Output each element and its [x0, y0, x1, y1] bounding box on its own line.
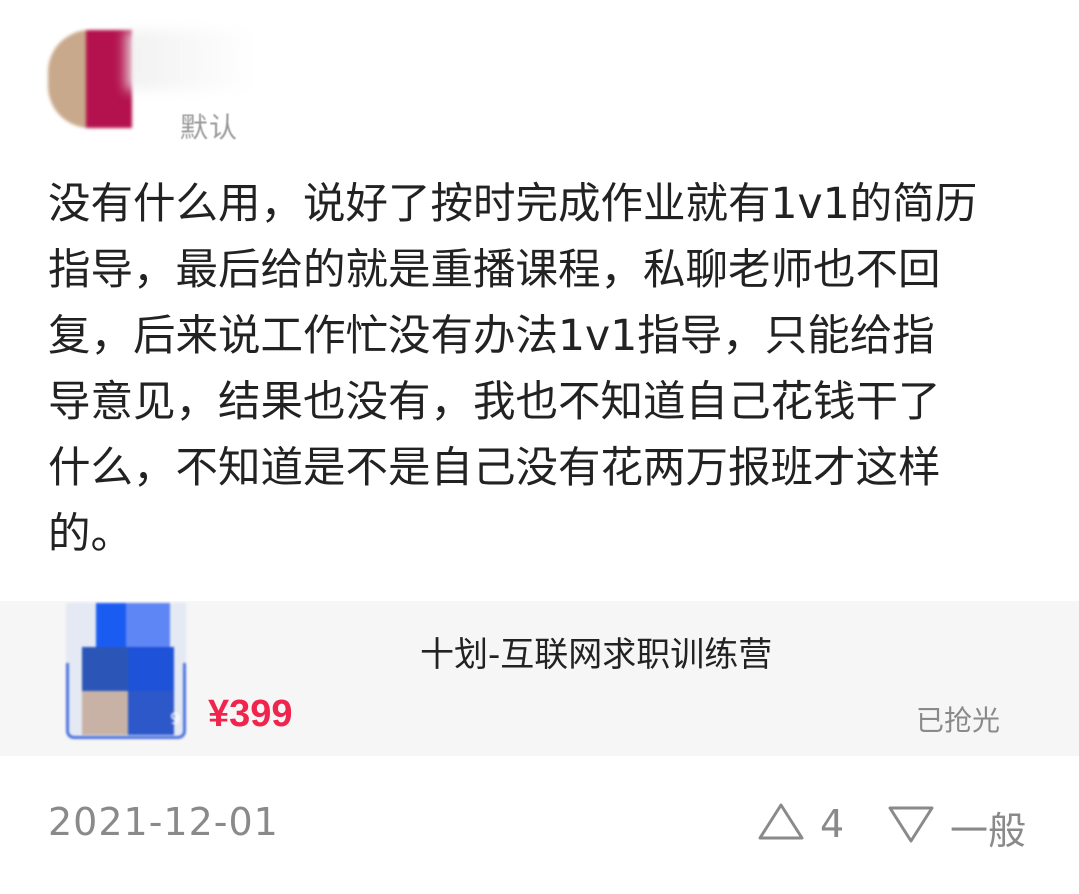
sold-out-status: 已抢光	[916, 704, 1001, 737]
user-tag: 默认	[180, 111, 239, 144]
triangle-up-icon	[758, 803, 804, 840]
avatar-left-part	[48, 30, 88, 128]
thumbnail-block	[126, 603, 170, 647]
rating-label: 一般	[950, 809, 1027, 853]
product-price: ¥399	[208, 693, 293, 735]
product-card[interactable]: 9 十划-互联网求职训练营 ¥399 已抢光	[0, 601, 1079, 756]
comment-line: 没有什么用，说好了按时完成作业就有1v1的简历	[48, 180, 978, 229]
thumbnail-block	[96, 603, 126, 647]
comment-body: 没有什么用，说好了按时完成作业就有1v1的简历 指导，最后给的就是重播课程，私聊…	[48, 172, 1038, 568]
username-blurred	[126, 30, 256, 90]
comment-line: 什么，不知道是不是自己没有花两万报班才这样	[48, 444, 941, 493]
product-thumbnail: 9	[66, 603, 186, 739]
upvote-button[interactable]	[756, 800, 806, 846]
thumbnail-frame	[66, 663, 186, 739]
comment-line: 的。	[48, 510, 134, 559]
product-title[interactable]: 十划-互联网求职训练营	[420, 627, 772, 676]
comment-line: 复，后来说工作忙没有办法1v1指导，只能给指	[48, 312, 935, 361]
triangle-down-icon	[888, 806, 934, 843]
review-card: 默认 没有什么用，说好了按时完成作业就有1v1的简历 指导，最后给的就是重播课程…	[0, 0, 1079, 894]
post-date: 2021-12-01	[48, 800, 279, 844]
downvote-button[interactable]	[886, 800, 936, 846]
upvote-count: 4	[820, 802, 845, 846]
comment-line: 导意见，结果也没有，我也不知道自己花钱干了	[48, 378, 941, 427]
comment-line: 指导，最后给的就是重播课程，私聊老师也不回	[48, 246, 941, 295]
avatar[interactable]	[48, 30, 132, 128]
thumbnail-number: 9	[170, 709, 181, 728]
